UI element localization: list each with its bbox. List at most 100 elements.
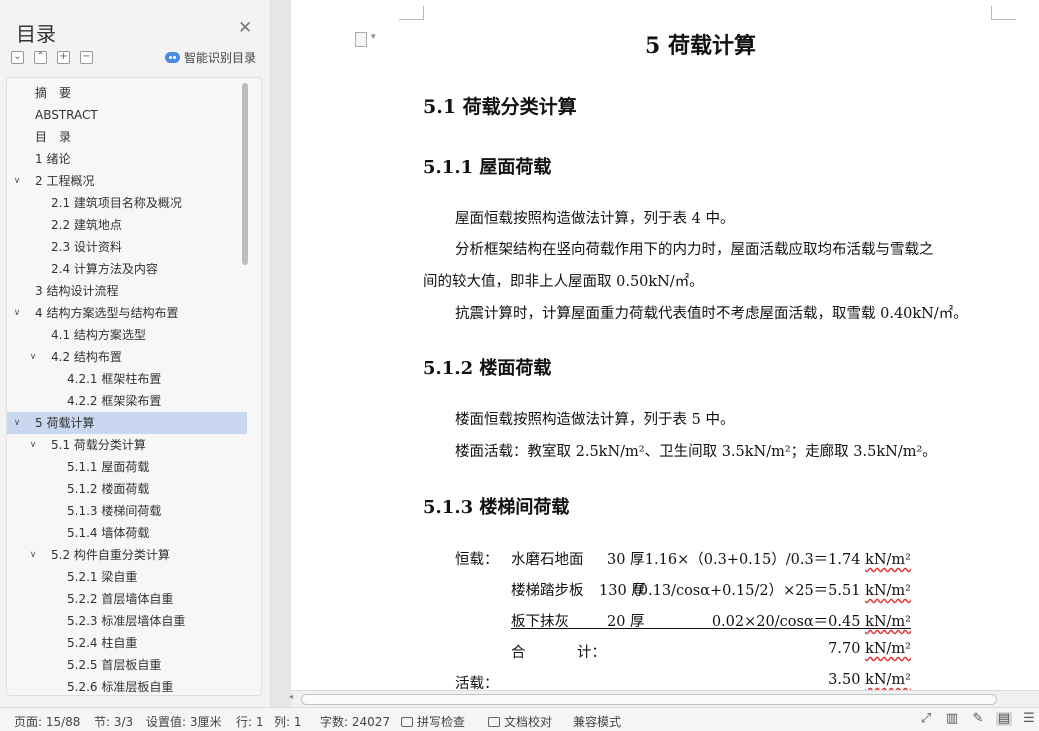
toc-scrollbar[interactable] <box>242 83 248 265</box>
toc-item[interactable]: ∨ 2 工程概况 <box>7 170 247 192</box>
toc-item-label: 5.2.3 标准层墙体自重 <box>67 614 186 628</box>
toc-item[interactable]: 5.1.4 墙体荷载 <box>7 522 247 544</box>
toc-item-label: 2 工程概况 <box>35 174 95 188</box>
collapse-all-icon[interactable]: ⌃ <box>34 51 47 64</box>
toc-list: 摘 要 ABSTRACT 目 录 1 绪论 ∨ 2 工程概况 2.1 建筑项目名称及概况 2.… <box>7 82 247 695</box>
toc-item[interactable]: 5.2.6 标准层板自重 <box>7 676 247 695</box>
toc-item-label: 5.1.4 墙体荷载 <box>67 526 150 540</box>
outline-view-icon[interactable]: ☰ <box>1021 712 1037 726</box>
paragraph: 分析框架结构在竖向荷载作用下的内力时，屋面活载应取均布活载与雪载之 <box>455 242 934 258</box>
sum-rule <box>511 628 911 629</box>
toc-panel: 摘 要 ABSTRACT 目 录 1 绪论 ∨ 2 工程概况 2.1 建筑项目名称及概况 2.… <box>6 77 262 696</box>
heading-5-1-2: 5.1.2 楼面荷载 <box>423 358 552 379</box>
sidebar-title: 目录 <box>16 22 56 46</box>
toc-item[interactable]: 5.2.2 首层墙体自重 <box>7 588 247 610</box>
fullscreen-icon[interactable]: ⤢ <box>918 712 934 726</box>
toc-item[interactable]: 5.1.3 楼梯间荷载 <box>7 500 247 522</box>
unit-text: kN/m² <box>865 552 911 568</box>
table-cell-item: 水磨石地面 <box>511 552 584 568</box>
formula-text: （0.13/cosα+0.15/2）×25＝5.51 <box>624 583 861 599</box>
toc-item[interactable]: 4.2.1 框架柱布置 <box>7 368 247 390</box>
expand-all-icon[interactable]: ⌄ <box>11 51 24 64</box>
remove-level-icon[interactable]: − <box>80 51 93 64</box>
document-icon[interactable] <box>355 32 376 47</box>
toc-item-label: 4.2.2 框架梁布置 <box>67 394 162 408</box>
spellcheck-button[interactable]: 拼写检查 <box>401 713 465 730</box>
toc-item[interactable]: 摘 要 <box>7 82 247 104</box>
table-cell-item: 楼梯踏步板 <box>511 583 584 599</box>
total-number: 7.70 <box>828 641 861 657</box>
chevron-down-icon[interactable]: ∨ <box>10 302 24 324</box>
toc-item-label: 4 结构方案选型与结构布置 <box>35 306 179 320</box>
table-cell-thickness: 30 厚 <box>607 552 645 568</box>
margin-mark-right <box>991 6 1016 20</box>
col-indicator: 列: 1 <box>274 715 302 729</box>
word-count[interactable]: 字数: 24027 <box>320 713 390 730</box>
doc-check-button[interactable]: 文档校对 <box>488 713 552 730</box>
toc-sidebar: 目录 ✕ ⌄ ⌃ + − 智能识别目录 摘 要 ABSTRACT 目 录 1 绪论 ∨ 2… <box>0 0 271 707</box>
toc-item[interactable]: ∨ 5.2 构件自重分类计算 <box>7 544 247 566</box>
heading-5-1-3: 5.1.3 楼梯间荷载 <box>423 497 570 518</box>
toc-item[interactable]: 目 录 <box>7 126 247 148</box>
live-load-label: 活载： <box>455 676 499 690</box>
document-viewport: 5 荷载计算 5.1 荷载分类计算 5.1.1 屋面荷载 屋面恒载按照构造做法计… <box>291 0 1039 690</box>
section-indicator: 节: 3/3 <box>94 715 134 729</box>
page-indicator[interactable]: 页面: 15/88 <box>14 713 80 730</box>
setting-value[interactable]: 设置值: 3厘米 <box>146 713 222 730</box>
panel-splitter[interactable] <box>271 0 291 707</box>
paragraph: 楼面活载：教室取 2.5kN/m²、卫生间取 3.5kN/m²；走廊取 3.5k… <box>455 444 937 460</box>
toc-item[interactable]: 5.1.2 楼面荷载 <box>7 478 247 500</box>
scroll-left-icon[interactable]: ◂ <box>289 692 293 701</box>
paragraph: 楼面恒载按照构造做法计算，列于表 5 中。 <box>455 412 735 428</box>
toc-item[interactable]: 2.4 计算方法及内容 <box>7 258 247 280</box>
toc-item[interactable]: ∨ 5.1 荷载分类计算 <box>7 434 247 456</box>
toc-item-label: 4.2.1 框架柱布置 <box>67 372 162 386</box>
heading-5-1: 5.1 荷载分类计算 <box>423 96 577 118</box>
toc-item[interactable]: 3 结构设计流程 <box>7 280 247 302</box>
close-icon[interactable]: ✕ <box>238 20 252 37</box>
toc-item[interactable]: 1 绪论 <box>7 148 247 170</box>
toc-item[interactable]: 4.1 结构方案选型 <box>7 324 247 346</box>
toc-item[interactable]: ∨ 4.2 结构布置 <box>7 346 247 368</box>
paragraph: 间的较大值，即非上人屋面取 0.50kN/㎡。 <box>423 274 704 290</box>
toc-item[interactable]: ∨ 5 荷载计算 <box>7 412 247 434</box>
toc-item-label: 5.1.1 屋面荷载 <box>67 460 150 474</box>
toc-item[interactable]: 2.3 设计资料 <box>7 236 247 258</box>
paragraph: 抗震计算时，计算屋面重力荷载代表值时不考虑屋面活载，取雪载 0.40kN/㎡。 <box>455 306 968 322</box>
chevron-down-icon[interactable]: ∨ <box>10 170 24 192</box>
chevron-down-icon[interactable]: ∨ <box>10 412 24 434</box>
toc-item[interactable]: 5.2.3 标准层墙体自重 <box>7 610 247 632</box>
page-view-icon[interactable]: ▤ <box>996 712 1012 726</box>
total-label-a: 合 <box>511 645 526 661</box>
chevron-down-icon[interactable]: ∨ <box>26 544 40 566</box>
paragraph: 屋面恒载按照构造做法计算，列于表 4 中。 <box>455 211 735 227</box>
unit-text: kN/m² <box>865 641 911 657</box>
add-level-icon[interactable]: + <box>57 51 70 64</box>
toc-item[interactable]: 4.2.2 框架梁布置 <box>7 390 247 412</box>
horizontal-scrollbar[interactable]: ◂ <box>289 690 1039 707</box>
row-indicator: 行: 1 <box>236 715 264 729</box>
chevron-down-icon[interactable]: ∨ <box>26 346 40 368</box>
toc-item[interactable]: 2.2 建筑地点 <box>7 214 247 236</box>
toc-item-label: ABSTRACT <box>35 108 98 122</box>
table-cell-formula: （0.13/cosα+0.15/2）×25＝5.51 kN/m² <box>624 579 911 600</box>
toc-item[interactable]: 5.2.4 柱自重 <box>7 632 247 654</box>
toc-item[interactable]: 5.2.5 首层板自重 <box>7 654 247 676</box>
toc-item-label: 5.2.6 标准层板自重 <box>67 680 174 694</box>
toc-item[interactable]: 2.1 建筑项目名称及概况 <box>7 192 247 214</box>
document-page: 5 荷载计算 5.1 荷载分类计算 5.1.1 屋面荷载 屋面恒载按照构造做法计… <box>291 0 1039 690</box>
toc-item-label: 目 录 <box>35 130 72 144</box>
toc-item[interactable]: 5.1.1 屋面荷载 <box>7 456 247 478</box>
toc-item[interactable]: 5.2.1 梁自重 <box>7 566 247 588</box>
chevron-down-icon[interactable]: ∨ <box>26 434 40 456</box>
read-mode-icon[interactable]: ▥ <box>944 712 960 726</box>
toc-item[interactable]: ∨ 4 结构方案选型与结构布置 <box>7 302 247 324</box>
horizontal-scroll-thumb[interactable] <box>301 694 997 705</box>
chapter-title: 5 荷载计算 <box>645 33 756 59</box>
toc-item-label: 5.2 构件自重分类计算 <box>51 548 170 562</box>
live-number: 3.50 <box>828 672 861 688</box>
pen-icon[interactable]: ✎ <box>970 712 986 726</box>
smart-toc-button[interactable]: 智能识别目录 <box>165 49 256 66</box>
spellcheck-label: 拼写检查 <box>417 715 466 729</box>
toc-item[interactable]: ABSTRACT <box>7 104 247 126</box>
